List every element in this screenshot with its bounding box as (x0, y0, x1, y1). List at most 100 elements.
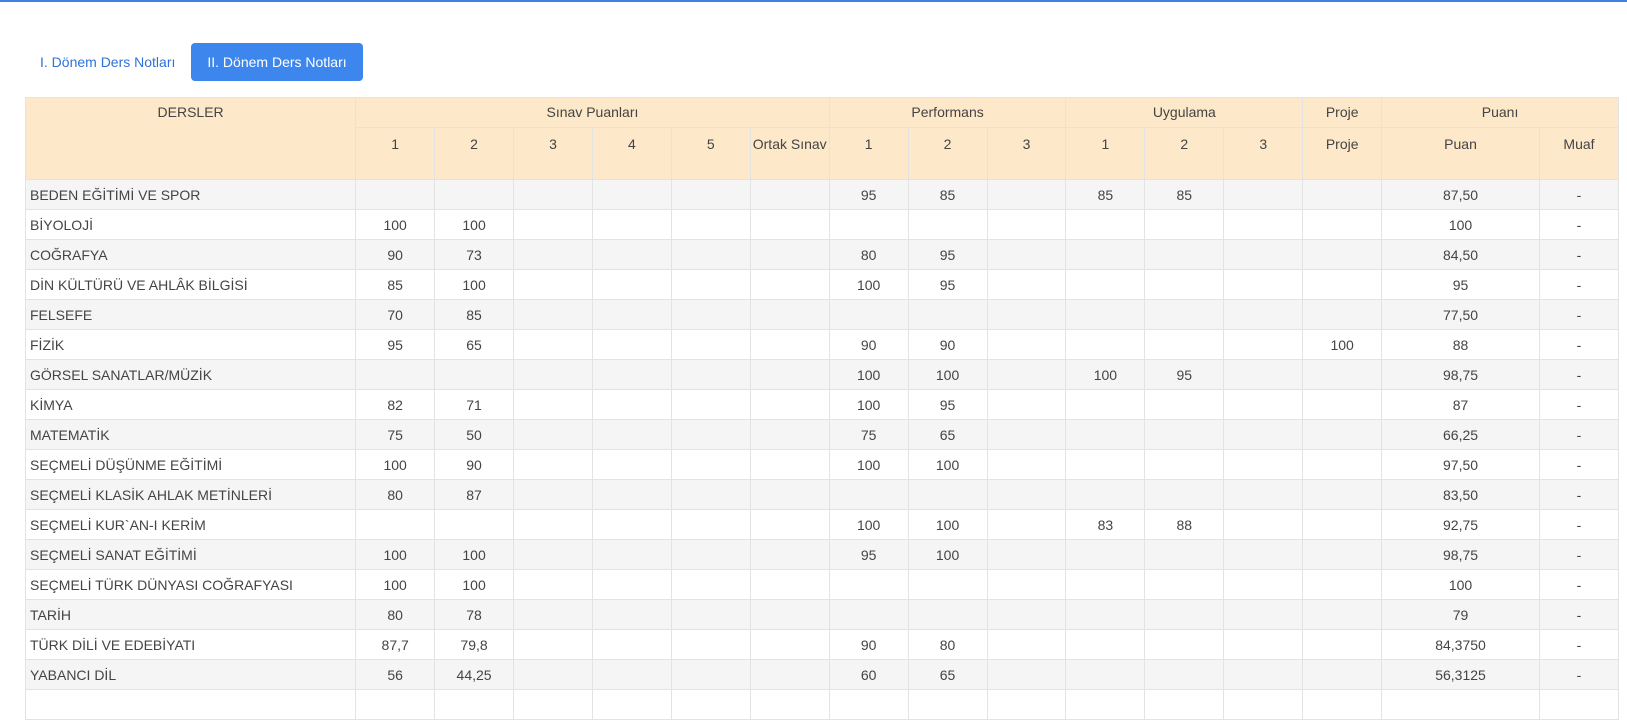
cell-performans-1: 100 (828, 389, 909, 420)
subheader-performans-2: 2 (907, 127, 988, 180)
subheader-sinav-5: 5 (670, 127, 751, 180)
cell-sinav-5 (670, 569, 751, 600)
tab-second-term[interactable]: II. Dönem Ders Notları (191, 43, 363, 81)
cell-sinav-5 (670, 269, 751, 300)
cell-ders-adi: TARİH (25, 599, 357, 630)
table-row: SEÇMELİ TÜRK DÜNYASI COĞRAFYASI 100 100 100… (25, 569, 1619, 600)
subheader-muaf: Muaf (1538, 127, 1619, 180)
table-row: KİMYA 82 71 100 95 87- (25, 389, 1619, 420)
cell-performans-3 (986, 629, 1067, 660)
cell-performans-1: 75 (828, 419, 909, 450)
cell-puan: 83,50 (1381, 479, 1540, 510)
cell-ders-adi: FELSEFE (25, 299, 357, 330)
cell-ortak-sinav (749, 689, 830, 720)
cell-performans-2: 90 (907, 329, 988, 360)
subheader-uygulama-1: 1 (1065, 127, 1146, 180)
cell-sinav-5 (670, 359, 751, 390)
cell-performans-3 (986, 539, 1067, 570)
cell-muaf: - (1538, 299, 1619, 330)
cell-uygulama-3 (1223, 329, 1304, 360)
cell-uygulama-2 (1144, 449, 1225, 480)
cell-proje (1302, 269, 1383, 300)
cell-proje (1302, 179, 1383, 210)
cell-proje (1302, 449, 1383, 480)
cell-ortak-sinav (749, 269, 830, 300)
cell-sinav-2: 79,8 (434, 629, 515, 660)
cell-sinav-4 (591, 689, 672, 720)
table-row (25, 689, 1619, 720)
cell-muaf: - (1538, 509, 1619, 540)
cell-ders-adi: FİZİK (25, 329, 357, 360)
cell-uygulama-1 (1065, 329, 1146, 360)
subheader-sinav-1: 1 (355, 127, 436, 180)
cell-ortak-sinav (749, 569, 830, 600)
cell-sinav-3 (513, 329, 593, 360)
cell-sinav-1: 85 (355, 269, 436, 300)
cell-uygulama-2 (1144, 479, 1225, 510)
cell-sinav-1: 82 (355, 389, 436, 420)
subheader-ortak-sinav: Ortak Sınav (749, 127, 830, 180)
cell-muaf: - (1538, 359, 1619, 390)
grades-table-body: BEDEN EĞİTİMİ VE SPOR 95 85 85 85 87,50- BİYOL… (25, 179, 1619, 720)
cell-sinav-5 (670, 599, 751, 630)
cell-uygulama-1 (1065, 449, 1146, 480)
cell-puan: 97,50 (1381, 449, 1540, 480)
cell-sinav-4 (591, 179, 672, 210)
cell-performans-1 (828, 689, 909, 720)
cell-ders-adi: SEÇMELİ KLASİK AHLAK METİNLERİ (25, 479, 357, 510)
cell-performans-1: 100 (828, 449, 909, 480)
cell-uygulama-1 (1065, 419, 1146, 450)
cell-uygulama-1 (1065, 569, 1146, 600)
cell-muaf: - (1538, 389, 1619, 420)
cell-sinav-2: 87 (434, 479, 515, 510)
table-row: SEÇMELİ SANAT EĞİTİMİ 100 100 95 100 98,75- (25, 539, 1619, 570)
cell-performans-3 (986, 689, 1067, 720)
table-row: SEÇMELİ KUR`AN-I KERİM 100 100 83 88 92,75- (25, 509, 1619, 540)
cell-sinav-5 (670, 389, 751, 420)
cell-sinav-1: 95 (355, 329, 436, 360)
cell-uygulama-1: 83 (1065, 509, 1146, 540)
cell-sinav-4 (591, 659, 672, 690)
cell-performans-2: 65 (907, 659, 988, 690)
cell-puan: 88 (1381, 329, 1540, 360)
cell-proje (1302, 239, 1383, 270)
cell-performans-1: 100 (828, 269, 909, 300)
cell-uygulama-2: 85 (1144, 179, 1225, 210)
cell-uygulama-1 (1065, 209, 1146, 240)
cell-performans-1: 80 (828, 239, 909, 270)
cell-performans-2: 80 (907, 629, 988, 660)
cell-uygulama-1 (1065, 479, 1146, 510)
cell-muaf: - (1538, 239, 1619, 270)
cell-sinav-4 (591, 539, 672, 570)
tab-first-term[interactable]: I. Dönem Ders Notları (26, 43, 189, 81)
cell-uygulama-3 (1223, 689, 1304, 720)
cell-performans-3 (986, 449, 1067, 480)
cell-proje (1302, 509, 1383, 540)
cell-proje (1302, 359, 1383, 390)
cell-uygulama-2 (1144, 329, 1225, 360)
cell-sinav-2: 100 (434, 539, 515, 570)
cell-sinav-3 (513, 629, 593, 660)
cell-ders-adi: YABANCI DİL (25, 659, 357, 690)
cell-sinav-5 (670, 479, 751, 510)
cell-proje (1302, 569, 1383, 600)
cell-sinav-2: 100 (434, 209, 515, 240)
cell-sinav-5 (670, 449, 751, 480)
cell-ders-adi: SEÇMELİ KUR`AN-I KERİM (25, 509, 357, 540)
cell-sinav-1: 100 (355, 449, 436, 480)
cell-sinav-1: 100 (355, 569, 436, 600)
cell-puan: 92,75 (1381, 509, 1540, 540)
cell-sinav-3 (513, 449, 593, 480)
cell-proje (1302, 659, 1383, 690)
cell-performans-1: 60 (828, 659, 909, 690)
cell-uygulama-3 (1223, 479, 1304, 510)
cell-ders-adi: SEÇMELİ TÜRK DÜNYASI COĞRAFYASI (25, 569, 357, 600)
cell-ders-adi: MATEMATİK (25, 419, 357, 450)
cell-sinav-2 (434, 689, 515, 720)
cell-uygulama-2: 95 (1144, 359, 1225, 390)
table-row: MATEMATİK 75 50 75 65 66,25- (25, 419, 1619, 450)
cell-ders-adi: SEÇMELİ SANAT EĞİTİMİ (25, 539, 357, 570)
subheader-sinav-3: 3 (513, 127, 593, 180)
cell-sinav-4 (591, 599, 672, 630)
cell-sinav-2: 50 (434, 419, 515, 450)
